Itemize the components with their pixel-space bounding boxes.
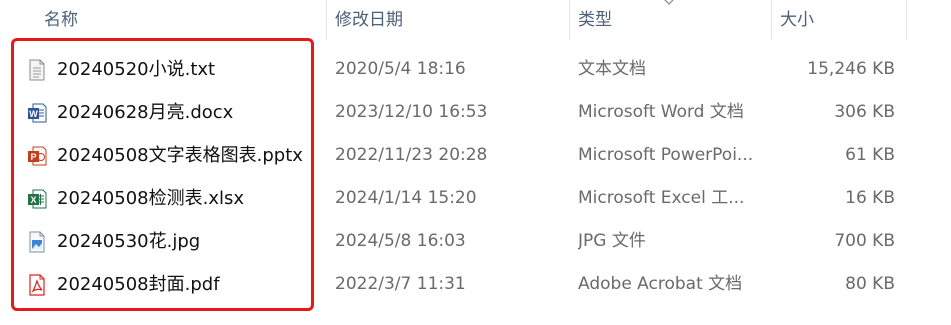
file-size: 15,246 KB <box>807 59 895 79</box>
file-row[interactable]: P 20240508文字表格图表.pptx 2022/11/23 20:28 M… <box>0 134 951 177</box>
file-name: 20240628月亮.docx <box>57 102 234 123</box>
column-header-size[interactable]: 大小 <box>771 0 907 40</box>
svg-text:W: W <box>29 109 38 119</box>
image-file-icon <box>29 231 45 253</box>
column-header-name[interactable]: 名称 <box>36 0 326 40</box>
column-header-type[interactable]: 类型 <box>569 0 771 40</box>
file-date: 2020/5/4 18:16 <box>335 59 466 79</box>
file-date: 2024/1/14 15:20 <box>335 188 477 208</box>
file-type: Microsoft Excel 工... <box>578 188 745 208</box>
file-date: 2023/12/10 16:53 <box>335 102 488 122</box>
file-row[interactable]: 20240508封面.pdf 2022/3/7 11:31 Adobe Acro… <box>0 263 951 306</box>
text-file-icon <box>29 59 45 81</box>
pdf-file-icon <box>29 274 45 296</box>
file-name: 20240508文字表格图表.pptx <box>57 145 303 166</box>
file-type: Microsoft PowerPoi... <box>578 145 754 165</box>
file-name: 20240520小说.txt <box>57 59 216 80</box>
file-row[interactable]: X 20240508检测表.xlsx 2024/1/14 15:20 Micro… <box>0 177 951 220</box>
column-header-bar: 名称 修改日期 类型 大小 <box>0 0 951 40</box>
file-size: 80 KB <box>845 274 895 294</box>
file-row[interactable]: 20240530花.jpg 2024/5/8 16:03 JPG 文件 700 … <box>0 220 951 263</box>
file-type: JPG 文件 <box>578 231 646 251</box>
file-name: 20240530花.jpg <box>57 231 201 252</box>
file-name: 20240508检测表.xlsx <box>57 188 245 209</box>
file-date: 2022/11/23 20:28 <box>335 145 488 165</box>
svg-text:P: P <box>30 152 36 162</box>
file-type: 文本文档 <box>578 59 646 79</box>
file-size: 306 KB <box>834 102 895 122</box>
file-row[interactable]: W 20240628月亮.docx 2023/12/10 16:53 Micro… <box>0 91 951 134</box>
file-size: 700 KB <box>834 231 895 251</box>
file-size: 61 KB <box>845 145 895 165</box>
file-type: Microsoft Word 文档 <box>578 102 744 122</box>
file-date: 2022/3/7 11:31 <box>335 274 466 294</box>
file-type: Adobe Acrobat 文档 <box>578 274 743 294</box>
file-name: 20240508封面.pdf <box>57 274 220 295</box>
column-header-date-modified[interactable]: 修改日期 <box>326 0 569 40</box>
excel-file-icon: X <box>28 189 47 209</box>
svg-text:X: X <box>30 195 36 205</box>
file-date: 2024/5/8 16:03 <box>335 231 466 251</box>
word-file-icon: W <box>28 103 47 123</box>
file-row[interactable]: 20240520小说.txt 2020/5/4 18:16 文本文档 15,24… <box>0 48 951 91</box>
sort-chevron-icon <box>664 0 674 5</box>
file-size: 16 KB <box>845 188 895 208</box>
powerpoint-file-icon: P <box>28 146 47 166</box>
